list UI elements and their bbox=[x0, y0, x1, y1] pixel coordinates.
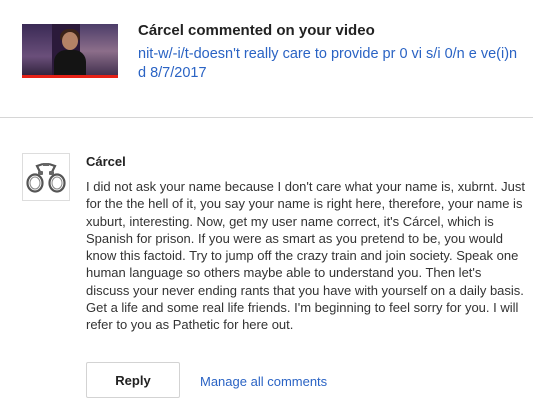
notification-header: Cárcel commented on your video nit-w/-i/… bbox=[0, 0, 533, 117]
thumbnail-person-head bbox=[62, 32, 78, 50]
divider bbox=[0, 117, 533, 118]
notification-title: Cárcel commented on your video bbox=[138, 22, 375, 39]
comment-text: I did not ask your name because I don't … bbox=[86, 179, 525, 333]
thumbnail-background-left bbox=[22, 24, 52, 78]
thumbnail-person-body bbox=[54, 50, 86, 78]
comment-snippet-link[interactable]: nit-w/-i/t-doesn't really care to provid… bbox=[138, 45, 523, 83]
reply-button[interactable]: Reply bbox=[86, 362, 180, 398]
video-progress-bar bbox=[22, 75, 118, 78]
manage-all-comments-link[interactable]: Manage all comments bbox=[200, 374, 327, 389]
avatar[interactable] bbox=[22, 153, 70, 201]
comment-author[interactable]: Cárcel bbox=[86, 154, 126, 169]
video-thumbnail[interactable] bbox=[22, 24, 118, 78]
handcuffs-icon bbox=[26, 162, 66, 193]
